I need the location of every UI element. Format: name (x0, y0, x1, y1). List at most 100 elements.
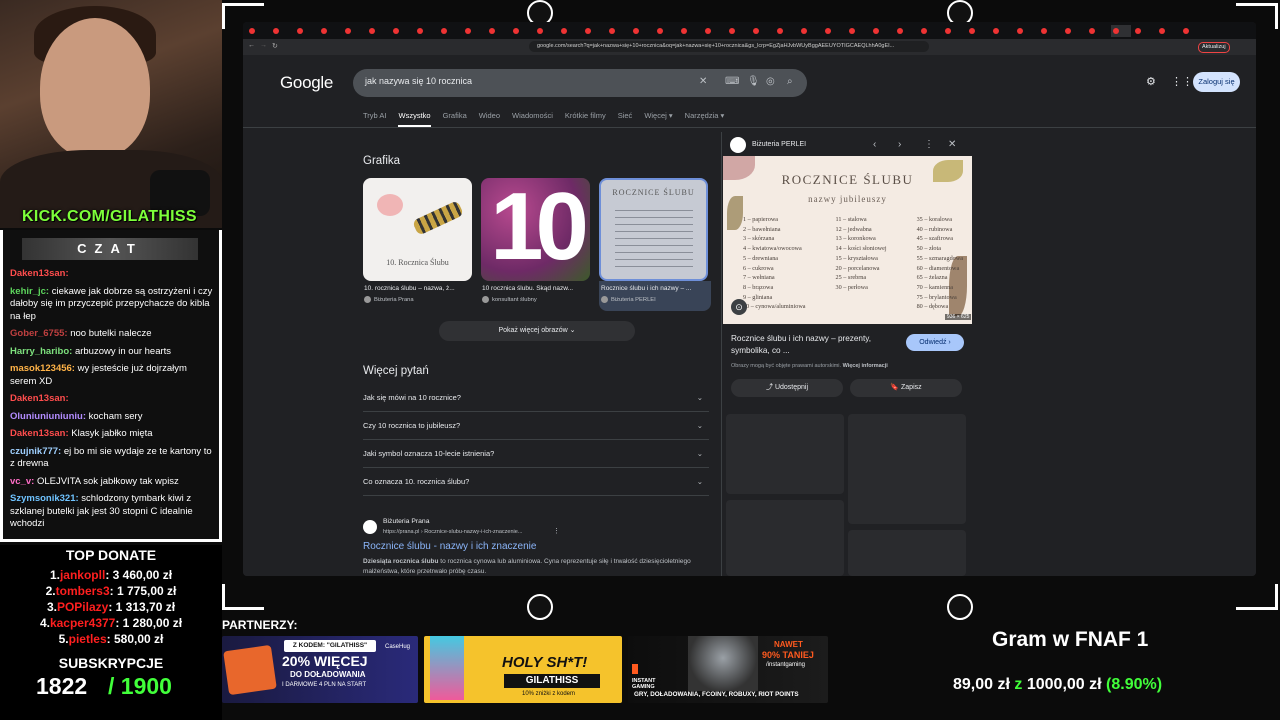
browser-tab[interactable] (751, 25, 773, 37)
nav-tab[interactable]: Wideo (479, 111, 500, 127)
lens-icon[interactable]: ◎ (766, 76, 775, 87)
more-images-button[interactable]: Pokaż więcej obrazów ⌄ (439, 321, 635, 341)
browser-tab[interactable] (487, 25, 509, 37)
apps-icon[interactable]: ⋮⋮ (1171, 75, 1193, 88)
chat-username[interactable]: Daken13san: (10, 393, 69, 404)
browser-tab[interactable] (559, 25, 581, 37)
browser-tab[interactable] (367, 25, 389, 37)
holy-banner[interactable]: HOLY SH*T! GILATHISS 10% zniżki z kodem (424, 636, 622, 703)
browser-tab[interactable] (847, 25, 869, 37)
search-icon[interactable]: ⌕ (787, 76, 793, 87)
browser-tab[interactable] (775, 25, 797, 37)
nav-tab[interactable]: Grafika (443, 111, 467, 127)
result-url[interactable]: https://prana.pl › Rocznice-slubu-nazwy-… (383, 529, 522, 535)
browser-tab[interactable] (319, 25, 341, 37)
lens-icon[interactable]: ⊙ (731, 299, 747, 315)
next-icon[interactable]: › (898, 139, 901, 150)
paa-question[interactable]: Jaki symbol oznacza 10-lecie istnienia? ⌄ (363, 440, 709, 468)
browser-tab[interactable] (1111, 24, 1131, 37)
image-caption[interactable]: 10 rocznica ślubu. Skąd nazw... (482, 285, 592, 292)
result-source[interactable]: Biżuteria Prana (383, 518, 429, 525)
browser-tab[interactable] (247, 25, 269, 37)
chat-username[interactable]: Gober_6755: (10, 328, 68, 339)
update-button[interactable]: Aktualizuj (1198, 42, 1230, 53)
browser-tab[interactable] (727, 25, 749, 37)
more-options-icon[interactable]: ⋮ (553, 527, 560, 535)
nav-tab[interactable]: Wiadomości (512, 111, 553, 127)
browser-tab[interactable] (463, 25, 485, 37)
nav-tab[interactable]: Sieć (618, 111, 633, 127)
settings-icon[interactable]: ⚙ (1146, 75, 1156, 88)
paa-question[interactable]: Co oznacza 10. rocznica ślubu? ⌄ (363, 468, 709, 496)
browser-tab[interactable] (1039, 25, 1061, 37)
browser-tab[interactable] (1133, 25, 1155, 37)
browser-tab[interactable] (535, 25, 557, 37)
search-input[interactable]: jak nazywa się 10 rocznica (365, 76, 472, 86)
prev-icon[interactable]: ‹ (873, 139, 876, 150)
clear-icon[interactable]: ✕ (699, 76, 707, 87)
browser-tab[interactable] (631, 25, 653, 37)
back-icon[interactable]: ← (248, 42, 255, 49)
image-result-1[interactable]: 10. Rocznica Ślubu (363, 178, 472, 281)
casehug-banner[interactable]: Z KODEM: "GILATHISS" 20% WIĘCEJ DO DOŁAD… (222, 636, 418, 703)
nav-tab[interactable]: Wszystko (398, 111, 431, 127)
browser-tab[interactable] (1087, 25, 1109, 37)
more-info-link[interactable]: Więcej informacji (843, 363, 888, 369)
panel-title[interactable]: Rocznice ślubu i ich nazwy – prezenty, s… (731, 333, 896, 357)
image-caption[interactable]: 10. rocznica ślubu – nazwa, ż... (364, 285, 474, 292)
chat-username[interactable]: kehir_jc: (10, 286, 49, 297)
browser-tab[interactable] (271, 25, 293, 37)
nav-tab[interactable]: Krótkie filmy (565, 111, 606, 127)
browser-tab[interactable] (799, 25, 821, 37)
paa-question[interactable]: Jak się mówi na 10 rocznice? ⌄ (363, 384, 709, 412)
browser-tab[interactable] (1015, 25, 1037, 37)
save-button[interactable]: 🔖 Zapisz (850, 379, 962, 397)
more-options-icon[interactable]: ⋮ (924, 139, 934, 150)
image-result-2[interactable]: 10 (481, 178, 590, 281)
browser-tab[interactable] (967, 25, 989, 37)
url-field[interactable]: google.com/search?q=jak+nazwa+się+10+roc… (529, 41, 929, 52)
reload-icon[interactable]: ↻ (272, 42, 278, 50)
browser-tab[interactable] (511, 25, 533, 37)
browser-tab[interactable] (823, 25, 845, 37)
nav-tab[interactable]: Więcej ▾ (644, 111, 672, 127)
browser-tab[interactable] (607, 25, 629, 37)
browser-tab[interactable] (655, 25, 677, 37)
browser-tab[interactable] (895, 25, 917, 37)
browser-tab[interactable] (1181, 25, 1203, 37)
browser-tab[interactable] (295, 25, 317, 37)
paa-question[interactable]: Czy 10 rocznica to jubileusz? ⌄ (363, 412, 709, 440)
nav-tab[interactable]: Tryb AI (363, 111, 386, 127)
chat-username[interactable]: Daken13san: (10, 268, 69, 279)
browser-tab[interactable] (871, 25, 893, 37)
browser-tab[interactable] (391, 25, 413, 37)
chat-username[interactable]: Daken13san: (10, 428, 69, 439)
browser-tab[interactable] (1063, 25, 1085, 37)
google-logo[interactable]: Google (280, 73, 333, 93)
browser-tab[interactable] (415, 25, 437, 37)
panel-source[interactable]: Biżuteria PERLEI (752, 141, 806, 148)
tab-strip[interactable] (243, 22, 1256, 39)
keyboard-icon[interactable]: ⌨ (725, 76, 739, 87)
browser-tab[interactable] (583, 25, 605, 37)
instant-gaming-banner[interactable]: INSTANT GAMING NAWET 90% TANIEJ /instant… (628, 636, 828, 703)
chat-username[interactable]: Oluniuniuniuniu: (10, 411, 86, 422)
nav-tab[interactable]: Narzędzia ▾ (685, 111, 725, 127)
close-icon[interactable]: ✕ (948, 139, 956, 150)
browser-tab[interactable] (919, 25, 941, 37)
preview-image[interactable]: ROCZNICE ŚLUBU nazwy jubileuszy 1 – papi… (723, 156, 972, 324)
result-title-link[interactable]: Rocznice ślubu - nazwy i ich znaczenie (363, 541, 536, 552)
browser-tab[interactable] (991, 25, 1013, 37)
browser-tab[interactable] (343, 25, 365, 37)
browser-tab[interactable] (439, 25, 461, 37)
share-button[interactable]: ⤴ Udostępnij (731, 379, 843, 397)
browser-tab[interactable] (703, 25, 725, 37)
chat-username[interactable]: czujnik777: (10, 446, 61, 457)
browser-tab[interactable] (1157, 25, 1179, 37)
forward-icon[interactable]: → (260, 42, 267, 49)
search-box[interactable]: jak nazywa się 10 rocznica ✕ ⌨ 🎙 ◎ ⌕ (353, 69, 807, 97)
browser-tab[interactable] (943, 25, 965, 37)
chat-username[interactable]: Szymsonik321: (10, 493, 79, 504)
image-result-3[interactable]: ROCZNICE ŚLUBU (599, 178, 708, 281)
chat-username[interactable]: vc_v: (10, 476, 34, 487)
